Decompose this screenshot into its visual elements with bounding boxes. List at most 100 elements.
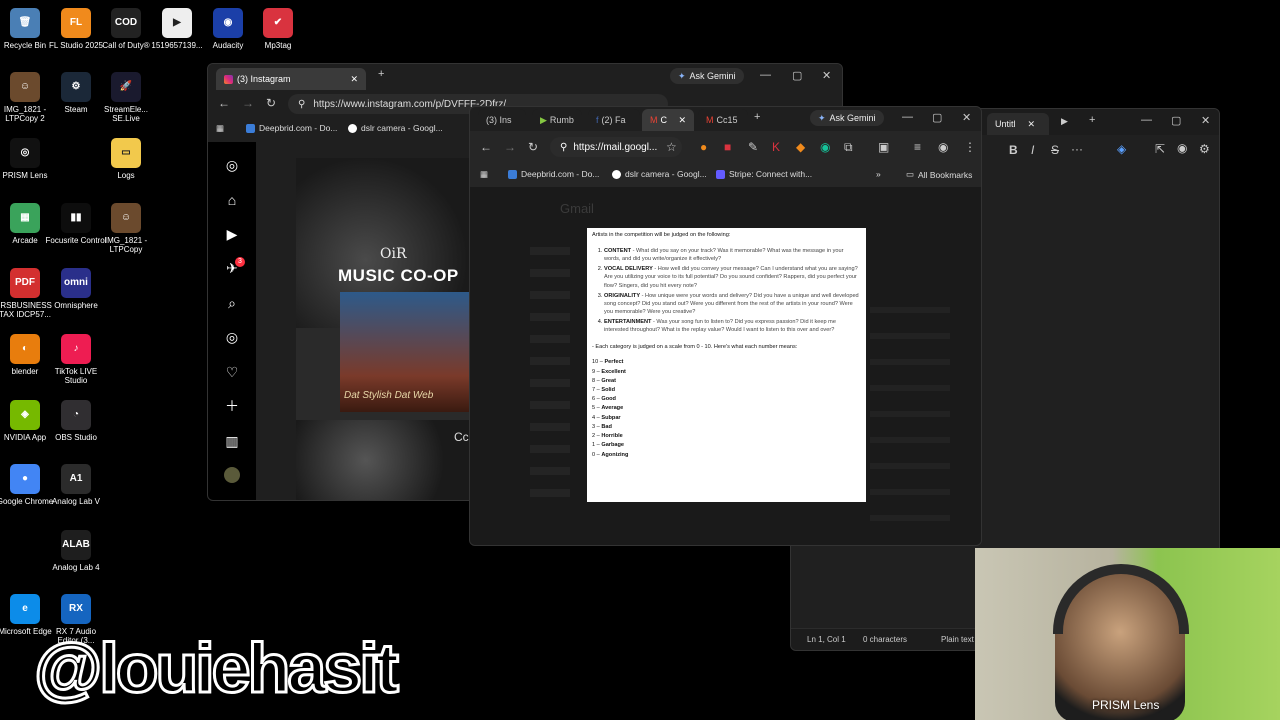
pen-icon[interactable]: ✎ bbox=[748, 141, 758, 153]
minimize-icon[interactable]: — bbox=[1141, 114, 1152, 126]
gmail-list-placeholder bbox=[530, 247, 570, 507]
desktop-icon[interactable]: ◔ OBS Studio bbox=[45, 400, 107, 442]
reels-icon[interactable]: ▶ bbox=[224, 226, 240, 242]
maximize-icon[interactable]: ▢ bbox=[792, 69, 802, 82]
desktop-icon[interactable]: 🚀 StreamEle... SE.Live bbox=[95, 72, 157, 123]
bookmarks-overflow-icon[interactable]: » bbox=[876, 169, 881, 179]
heart-icon[interactable]: ♡ bbox=[224, 364, 240, 380]
strikethrough-icon[interactable]: S bbox=[1051, 144, 1059, 156]
close-icon[interactable]: ✕ bbox=[350, 74, 358, 85]
streamelements-icon: 🚀 bbox=[111, 72, 141, 102]
reload-icon[interactable]: ↻ bbox=[528, 141, 538, 153]
ask-gemini-button[interactable]: ✦ Ask Gemini bbox=[810, 110, 884, 126]
minimize-icon[interactable]: — bbox=[902, 111, 913, 123]
bookmark-apps[interactable]: ▦ bbox=[216, 123, 224, 134]
new-tab-button[interactable]: + bbox=[378, 68, 384, 80]
post-caption-fragment: Cc bbox=[454, 430, 469, 444]
address-bar[interactable]: ⚲ https://mail.googl... bbox=[550, 137, 682, 157]
desktop-icon[interactable]: ALAB Analog Lab 4 bbox=[45, 530, 107, 572]
sidebar-icon[interactable]: ▣ bbox=[878, 141, 889, 153]
tab-mail[interactable]: M Cc15 bbox=[698, 109, 748, 131]
maximize-icon[interactable]: ▢ bbox=[1171, 114, 1181, 127]
desktop-icon[interactable]: ♪ TikTok LIVE Studio bbox=[45, 334, 107, 385]
chevron-right-icon[interactable]: ▶ bbox=[1061, 116, 1068, 127]
close-window-icon[interactable]: ✕ bbox=[1201, 114, 1210, 127]
instagram-logo-icon[interactable]: ◎ bbox=[224, 157, 240, 173]
menu-lines-icon[interactable]: ≡ bbox=[914, 141, 921, 153]
minimize-icon[interactable]: — bbox=[760, 69, 771, 81]
bookmark-item[interactable]: Deepbrid.com - Do... bbox=[246, 123, 337, 133]
reload-icon[interactable]: ↻ bbox=[266, 97, 276, 109]
extensions-puzzle-icon[interactable]: ⧉ bbox=[844, 141, 853, 153]
maximize-icon[interactable]: ▢ bbox=[932, 111, 942, 124]
desktop-icon-label: Omnisphere bbox=[54, 301, 98, 310]
desktop-icon[interactable]: ✔ Mp3tag bbox=[247, 8, 309, 50]
tab-gmail-active[interactable]: M C ✕ bbox=[642, 109, 694, 131]
back-icon[interactable]: ← bbox=[480, 141, 492, 153]
desktop-icon[interactable]: ◎ PRISM Lens bbox=[0, 138, 56, 180]
tab-untitled[interactable]: Untitl ✕ bbox=[987, 113, 1049, 135]
instagram-sidebar: ◎ ⌂ ▶ ✈ 3 ⌕ ◎ ♡ ＋ ▥ bbox=[208, 142, 256, 500]
criteria-text: - How unique were your words and deliver… bbox=[604, 292, 859, 315]
extension-icon[interactable]: ■ bbox=[724, 141, 731, 153]
extension-icon[interactable]: ● bbox=[700, 141, 707, 153]
copilot-icon[interactable]: ◈ bbox=[1117, 143, 1126, 155]
back-icon[interactable]: ← bbox=[218, 97, 230, 109]
instagram-post[interactable]: OiR MUSIC CO-OP Dat Stylish Dat Web Cc bbox=[296, 158, 470, 500]
new-tab-button[interactable]: + bbox=[1089, 114, 1095, 126]
close-window-icon[interactable]: ✕ bbox=[962, 111, 971, 124]
desktop-icon[interactable]: omni Omnisphere bbox=[45, 268, 107, 310]
profile-avatar[interactable]: ◉ bbox=[938, 141, 948, 153]
search-icon[interactable]: ⌕ bbox=[224, 295, 240, 311]
ask-gemini-button[interactable]: ✦ Ask Gemini bbox=[670, 68, 744, 84]
grammarly-icon[interactable]: ◉ bbox=[820, 141, 830, 153]
forward-icon[interactable]: → bbox=[504, 141, 516, 153]
close-icon[interactable]: ✕ bbox=[678, 115, 686, 126]
close-icon[interactable]: ✕ bbox=[1028, 119, 1036, 130]
scale-word: Good bbox=[601, 396, 616, 403]
webcam-feed: PRISM Lens bbox=[975, 548, 1280, 720]
bold-icon[interactable]: B bbox=[1009, 144, 1018, 156]
post-logo: OiR bbox=[380, 246, 407, 262]
share-icon[interactable]: ⇱ bbox=[1155, 143, 1165, 155]
encoding-label: Plain text bbox=[941, 635, 974, 644]
tab-rumble[interactable]: ▶ Rumb bbox=[532, 109, 582, 131]
extension-icon[interactable]: K bbox=[772, 141, 780, 153]
explore-icon[interactable]: ◎ bbox=[224, 329, 240, 345]
more-icon[interactable]: ··· bbox=[1071, 143, 1083, 155]
scale-number: 4 – bbox=[592, 414, 602, 421]
settings-icon[interactable]: ⚙ bbox=[1199, 143, 1210, 155]
bookmark-item[interactable]: Deepbrid.com - Do... bbox=[508, 169, 599, 179]
desktop-icon[interactable]: ▭ Logs bbox=[95, 138, 157, 180]
bookmark-apps[interactable]: ▦ bbox=[480, 169, 488, 180]
instagram-favicon bbox=[224, 74, 237, 84]
create-icon[interactable]: ＋ bbox=[224, 398, 240, 414]
italic-icon[interactable]: I bbox=[1031, 144, 1034, 156]
new-tab-button[interactable]: + bbox=[754, 111, 760, 123]
cursor-position: Ln 1, Col 1 bbox=[807, 635, 846, 644]
extension-icon[interactable]: ◆ bbox=[796, 141, 805, 153]
tab-instagram[interactable]: (3) Ins bbox=[478, 109, 526, 131]
all-bookmarks[interactable]: ▭ All Bookmarks bbox=[906, 169, 972, 180]
kebab-menu-icon[interactable]: ⋮ bbox=[964, 141, 976, 153]
avatar-icon[interactable]: ◉ bbox=[1177, 142, 1187, 154]
criteria-key: ENTERTAINMENT bbox=[604, 318, 652, 325]
desktop-icon[interactable]: A1 Analog Lab V bbox=[45, 464, 107, 506]
forward-icon[interactable]: → bbox=[242, 97, 254, 109]
profile-avatar[interactable] bbox=[224, 467, 240, 483]
tab-instagram[interactable]: (3) Instagram ✕ bbox=[216, 68, 366, 90]
bookmark-star-icon[interactable]: ☆ bbox=[666, 141, 677, 153]
bookmark-item[interactable]: dslr camera - Googl... bbox=[348, 123, 443, 133]
site-info-icon: ⚲ bbox=[560, 141, 568, 153]
dashboard-icon[interactable]: ▥ bbox=[224, 433, 240, 449]
rumble-favicon: ▶ bbox=[540, 114, 547, 125]
criteria-item: ORIGINALITY - How unique were your words… bbox=[604, 292, 861, 316]
bookmark-item[interactable]: Stripe: Connect with... bbox=[716, 169, 812, 179]
tab-facebook[interactable]: f (2) Fa bbox=[588, 109, 640, 131]
photo-icon: ☺ bbox=[111, 203, 141, 233]
desktop-icon[interactable]: ☺ IMG_1821 - LTPCopy bbox=[95, 203, 157, 254]
scale-word: Solid bbox=[601, 386, 616, 393]
close-window-icon[interactable]: ✕ bbox=[822, 69, 831, 82]
home-icon[interactable]: ⌂ bbox=[224, 192, 240, 208]
bookmark-item[interactable]: dslr camera - Googl... bbox=[612, 169, 707, 179]
